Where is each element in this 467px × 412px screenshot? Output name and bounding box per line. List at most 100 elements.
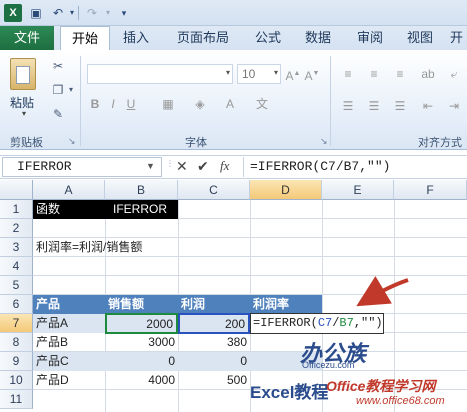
cell-c6[interactable]: 利润 bbox=[178, 295, 250, 314]
row-header-1[interactable]: 1 bbox=[0, 200, 33, 219]
formula-input[interactable]: =IFERROR(C7/B7,"") bbox=[243, 157, 467, 177]
qat-separator bbox=[78, 6, 79, 20]
wrap-text-icon[interactable]: ⤶ bbox=[446, 66, 462, 82]
cell-b1[interactable]: IFERROR bbox=[105, 200, 178, 219]
column-header-a[interactable]: A bbox=[33, 180, 105, 200]
tab-file[interactable]: 文件 bbox=[0, 26, 54, 50]
name-box[interactable]: IFERROR bbox=[2, 157, 162, 177]
row-header-11[interactable]: 11 bbox=[0, 390, 33, 409]
font-name-field[interactable] bbox=[87, 64, 233, 84]
tab-view[interactable]: 视图 bbox=[400, 26, 440, 50]
ribbon-separator bbox=[80, 56, 81, 146]
cell-b10[interactable]: 4000 bbox=[105, 371, 178, 390]
align-top-icon[interactable]: ≡ bbox=[340, 66, 356, 82]
copy-icon[interactable]: ❐ bbox=[50, 82, 66, 98]
column-header-c[interactable]: C bbox=[178, 180, 250, 200]
cell-a10[interactable]: 产品D bbox=[33, 371, 105, 390]
row-header-9[interactable]: 9 bbox=[0, 352, 33, 371]
tab-review[interactable]: 审阅 bbox=[350, 26, 390, 50]
redo-dropdown-icon[interactable]: ▾ bbox=[100, 5, 116, 21]
cell-c8[interactable]: 380 bbox=[178, 333, 250, 352]
underline-icon[interactable]: U bbox=[124, 96, 138, 112]
cell-a1[interactable]: 函数 bbox=[33, 200, 105, 219]
edit-function-text: =IFERROR( bbox=[253, 316, 318, 330]
font-color-icon[interactable]: A bbox=[222, 96, 238, 112]
cell-c10[interactable]: 500 bbox=[178, 371, 250, 390]
clipboard-launcher-icon[interactable]: ↘ bbox=[68, 136, 76, 147]
shrink-font-icon[interactable]: A▼ bbox=[304, 66, 320, 84]
tab-home[interactable]: 开始 bbox=[60, 26, 110, 51]
italic-icon[interactable]: I bbox=[106, 96, 120, 112]
font-size-dropdown-icon[interactable]: ▾ bbox=[274, 68, 278, 77]
alignment-group-label: 对齐方式 bbox=[418, 137, 462, 149]
phonetic-icon[interactable]: 文 bbox=[254, 96, 270, 112]
decrease-indent-icon[interactable]: ⇤ bbox=[420, 98, 436, 114]
cancel-icon[interactable]: ✕ bbox=[176, 158, 188, 175]
align-center-icon[interactable]: ☰ bbox=[366, 98, 382, 114]
grow-font-icon[interactable]: A▲ bbox=[285, 66, 301, 84]
annotation-arrow-icon bbox=[356, 276, 409, 307]
cell-b6[interactable]: 销售额 bbox=[105, 295, 178, 314]
row-header-2[interactable]: 2 bbox=[0, 219, 33, 238]
select-all-corner[interactable] bbox=[0, 180, 33, 200]
font-name-dropdown-icon[interactable]: ▾ bbox=[226, 68, 230, 77]
column-header-b[interactable]: B bbox=[105, 180, 178, 200]
column-header-f[interactable]: F bbox=[394, 180, 467, 200]
row-header-5[interactable]: 5 bbox=[0, 276, 33, 295]
save-icon[interactable]: ▣ bbox=[28, 5, 44, 21]
insert-function-icon[interactable]: fx bbox=[220, 158, 229, 174]
row-header-8[interactable]: 8 bbox=[0, 333, 33, 352]
row-header-3[interactable]: 3 bbox=[0, 238, 33, 257]
copy-dropdown-icon[interactable]: ▾ bbox=[66, 82, 76, 98]
row-header-10[interactable]: 10 bbox=[0, 371, 33, 390]
cell-b9[interactable]: 0 bbox=[105, 352, 178, 371]
tab-formulas[interactable]: 公式 bbox=[248, 26, 288, 50]
cell-c9[interactable]: 0 bbox=[178, 352, 250, 371]
bold-icon[interactable]: B bbox=[88, 96, 102, 112]
watermark-excel: Excel教程 bbox=[250, 383, 329, 402]
align-left-icon[interactable]: ☰ bbox=[340, 98, 356, 114]
excel-logo-icon: X bbox=[4, 4, 22, 22]
borders-icon[interactable]: ▦ bbox=[160, 96, 176, 112]
clipboard-group-label: 剪贴板 bbox=[10, 137, 43, 149]
row-header-6[interactable]: 6 bbox=[0, 295, 33, 314]
tab-page-layout[interactable]: 页面布局 bbox=[166, 26, 240, 50]
paste-page-icon bbox=[16, 66, 30, 84]
align-bottom-icon[interactable]: ≡ bbox=[392, 66, 408, 82]
cell-a7[interactable]: 产品A bbox=[33, 314, 105, 333]
column-header-d[interactable]: D bbox=[250, 180, 322, 200]
tab-insert[interactable]: 插入 bbox=[116, 26, 156, 50]
watermark-url: www.office68.com bbox=[356, 395, 445, 407]
cell-b7[interactable]: 2000 bbox=[105, 313, 178, 334]
customize-qat-icon[interactable]: ▾ bbox=[116, 5, 132, 21]
fill-color-icon[interactable]: ◈ bbox=[192, 96, 208, 112]
font-group-label: 字体 bbox=[185, 137, 207, 149]
cell-d6[interactable]: 利润率 bbox=[250, 295, 322, 314]
watermark-office: Office教程学习网 bbox=[326, 378, 436, 394]
format-painter-icon[interactable]: ✎ bbox=[50, 106, 66, 122]
column-header-e[interactable]: E bbox=[322, 180, 394, 200]
formula-bar-grip-icon: ⋮ bbox=[166, 159, 174, 168]
cut-icon[interactable]: ✂ bbox=[50, 58, 66, 74]
align-right-icon[interactable]: ☰ bbox=[392, 98, 408, 114]
orientation-icon[interactable]: ab bbox=[420, 66, 436, 82]
increase-indent-icon[interactable]: ⇥ bbox=[446, 98, 462, 114]
ribbon-separator bbox=[330, 56, 331, 146]
cell-a6[interactable]: 产品 bbox=[33, 295, 105, 314]
cell-a3[interactable]: 利润率=利润/销售额 bbox=[33, 238, 233, 257]
tab-developer[interactable]: 开 bbox=[446, 26, 467, 50]
row-header-7[interactable]: 7 bbox=[0, 314, 33, 333]
cell-a9[interactable]: 产品C bbox=[33, 352, 105, 371]
paste-dropdown-icon[interactable]: ▾ bbox=[22, 109, 26, 118]
cell-a8[interactable]: 产品B bbox=[33, 333, 105, 352]
watermark-domain: Officezu.com bbox=[302, 360, 355, 370]
redo-icon[interactable]: ↷ bbox=[84, 5, 100, 21]
align-middle-icon[interactable]: ≡ bbox=[366, 66, 382, 82]
font-launcher-icon[interactable]: ↘ bbox=[320, 136, 328, 147]
name-box-dropdown-icon[interactable]: ▼ bbox=[146, 161, 155, 171]
row-header-4[interactable]: 4 bbox=[0, 257, 33, 276]
cell-b8[interactable]: 3000 bbox=[105, 333, 178, 352]
enter-icon[interactable]: ✔ bbox=[197, 158, 209, 175]
cell-c7[interactable]: 200 bbox=[178, 313, 250, 334]
tab-data[interactable]: 数据 bbox=[298, 26, 338, 50]
